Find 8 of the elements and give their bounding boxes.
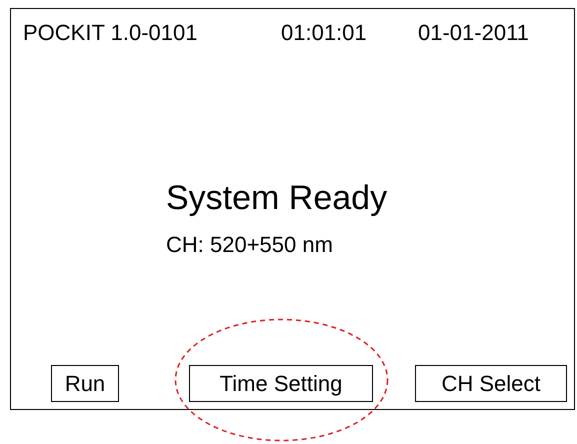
device-version: POCKIT 1.0-0101 [23, 22, 198, 44]
date: 01-01-2011 [418, 22, 529, 44]
menu-button[interactable]: CH Select [415, 365, 567, 402]
clock-time: 01:01:01 [281, 22, 368, 44]
menu-button[interactable]: Time Setting [189, 365, 373, 402]
channel-label: CH: 520+550 nm [166, 232, 334, 258]
status-title: System Ready [166, 179, 388, 218]
menu-button[interactable]: Run [51, 365, 119, 402]
